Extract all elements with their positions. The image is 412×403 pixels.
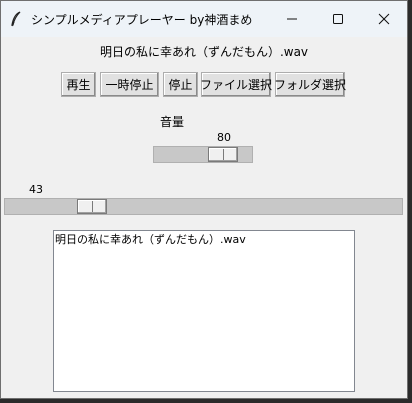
title-bar[interactable]: シンプルメディアプレーヤー by神酒まめ <box>1 1 407 37</box>
minimize-icon <box>286 10 298 29</box>
now-playing-label: 明日の私に幸あれ（ずんだもん）.wav <box>99 45 309 59</box>
maximize-icon <box>332 10 344 29</box>
select-file-button[interactable]: ファイル選択 <box>200 72 272 97</box>
pause-button[interactable]: 一時停止 <box>100 72 159 97</box>
close-button[interactable] <box>361 1 407 37</box>
position-slider[interactable] <box>4 198 403 215</box>
playlist-item[interactable]: 明日の私に幸あれ（ずんだもん）.wav <box>54 231 354 248</box>
volume-label: 音量 <box>160 115 185 129</box>
volume-slider[interactable] <box>153 146 253 163</box>
play-button[interactable]: 再生 <box>61 72 96 97</box>
maximize-button[interactable] <box>315 1 361 37</box>
volume-value: 80 <box>217 131 231 144</box>
volume-slider-thumb[interactable] <box>208 147 238 162</box>
playlist-listbox[interactable]: 明日の私に幸あれ（ずんだもん）.wav <box>53 230 355 392</box>
close-icon <box>378 10 390 29</box>
position-slider-thumb[interactable] <box>77 199 107 214</box>
select-folder-button[interactable]: フォルダ選択 <box>274 72 346 97</box>
app-window: シンプルメディアプレーヤー by神酒まめ 明日の私に幸あれ（ずんだもん）.wav… <box>0 0 408 399</box>
minimize-button[interactable] <box>269 1 315 37</box>
stop-button[interactable]: 停止 <box>163 72 198 97</box>
feather-icon <box>9 11 23 27</box>
window-title: シンプルメディアプレーヤー by神酒まめ <box>31 13 253 27</box>
position-value: 43 <box>29 183 43 196</box>
